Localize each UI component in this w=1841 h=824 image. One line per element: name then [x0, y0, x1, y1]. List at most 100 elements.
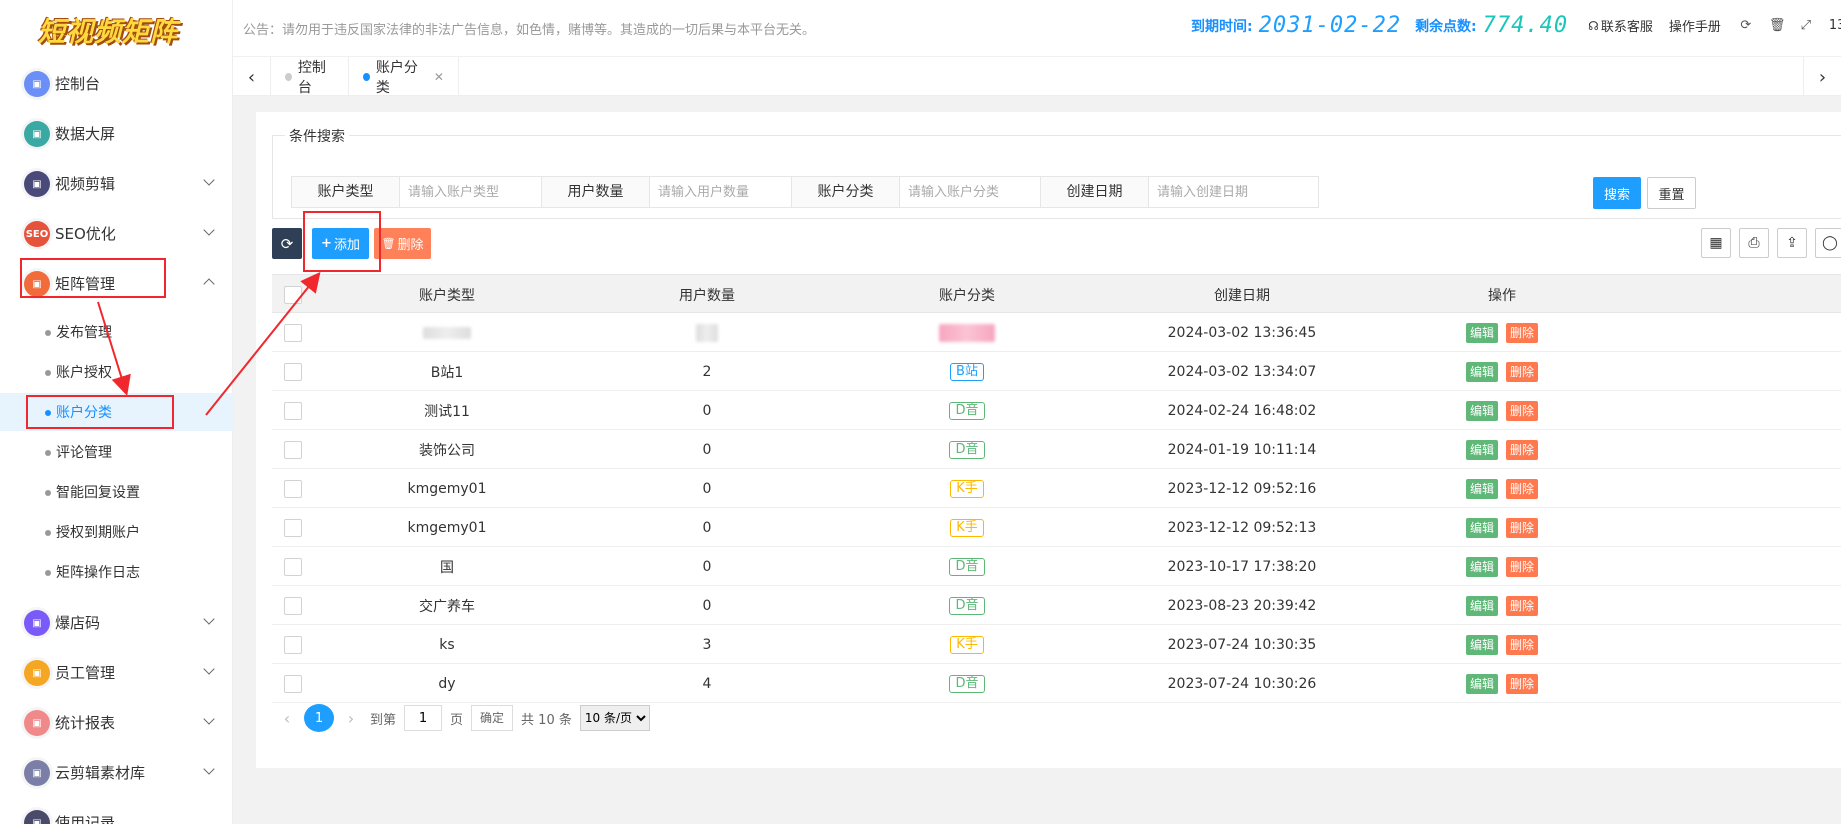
sidebar-item-monitor[interactable]: ▣ 控制台	[0, 58, 233, 108]
sidebar-subitem[interactable]: 评论管理	[0, 433, 233, 471]
delete-button[interactable]: 删除	[1506, 400, 1539, 421]
row-checkbox[interactable]	[284, 547, 302, 586]
category-badge: K手	[950, 479, 984, 498]
tab-close-icon[interactable]: ✕	[434, 70, 444, 84]
chevron-down-icon	[203, 174, 215, 186]
user-count-cell: 0	[702, 441, 712, 458]
edit-button[interactable]: 编辑	[1465, 673, 1498, 694]
row-checkbox[interactable]	[284, 391, 302, 430]
sidebar-item-chart[interactable]: ▣ 统计报表	[0, 697, 233, 747]
user-count-cell: 4	[702, 675, 712, 692]
add-button[interactable]: + 添加	[312, 228, 369, 259]
sidebar-item-record[interactable]: ▣ 使用记录	[0, 797, 233, 824]
sidebar-item-employee[interactable]: ▣ 员工管理	[0, 647, 233, 697]
screen-icon: ▣	[24, 121, 50, 147]
delete-button[interactable]: 删除	[1506, 322, 1539, 343]
row-checkbox[interactable]	[284, 625, 302, 664]
tab-account-category[interactable]: 账户分类 ✕	[349, 57, 459, 97]
row-checkbox[interactable]	[284, 586, 302, 625]
account-type-cell: kmgemy01	[407, 480, 487, 497]
table-row: dy 4 D音 2023-07-24 10:30:26 编辑 删除	[272, 664, 1841, 703]
sidebar-item-label: 使用记录	[55, 813, 116, 824]
sidebar-subitem[interactable]: 发布管理	[0, 313, 233, 351]
delete-button[interactable]: 删除	[1506, 634, 1539, 655]
columns-filter-icon[interactable]: ▦	[1701, 228, 1731, 258]
edit-button[interactable]: 编辑	[1465, 634, 1498, 655]
sidebar-item-seo[interactable]: SEO SEO优化	[0, 208, 233, 258]
monitor-icon: ▣	[24, 71, 50, 97]
page-size-select[interactable]: 10 条/页	[579, 705, 650, 731]
row-checkbox[interactable]	[284, 430, 302, 469]
goto-confirm-button[interactable]: 确定	[471, 705, 514, 731]
create-date-input[interactable]	[1149, 177, 1318, 207]
user-count-cell: 0	[702, 480, 712, 497]
edit-button[interactable]: 编辑	[1465, 556, 1498, 577]
chevron-down-icon	[203, 613, 215, 625]
prev-page-icon[interactable]: ‹	[276, 709, 298, 728]
account-category-cell: K手	[872, 469, 1062, 508]
bulk-delete-button[interactable]: 🗑 删除	[374, 228, 431, 259]
select-all-checkbox[interactable]	[284, 275, 302, 314]
content-panel: 条件搜索 账户类型 用户数量 账户分类 创建日期 搜索 重置 ⟳ + 添加 🗑 …	[256, 112, 1841, 768]
sidebar-item-matrix[interactable]: ▣ 矩阵管理	[0, 258, 233, 308]
next-page-icon[interactable]: ›	[340, 709, 362, 728]
search-button[interactable]: 搜索	[1593, 177, 1641, 209]
row-checkbox[interactable]	[284, 469, 302, 508]
sidebar-subitem[interactable]: 账户授权	[0, 353, 233, 391]
sidebar-item-cloud-library[interactable]: ▣ 云剪辑素材库	[0, 747, 233, 797]
record-icon: ▣	[24, 810, 50, 824]
account-category-field: 账户分类	[791, 176, 1070, 208]
sidebar-subitem[interactable]: 账户分类	[0, 393, 233, 431]
sidebar-subitem[interactable]: 智能回复设置	[0, 473, 233, 511]
sidebar-item-video-edit[interactable]: ▣ 视频剪辑	[0, 158, 233, 208]
current-page[interactable]: 1	[304, 704, 334, 732]
add-label: 添加	[333, 238, 360, 253]
row-checkbox[interactable]	[284, 508, 302, 547]
print-icon[interactable]: ⎙	[1739, 228, 1769, 258]
sidebar-subitem[interactable]: 矩阵操作日志	[0, 553, 233, 591]
table-row: B站1 2 B站 2024-03-02 13:34:07 编辑 删除	[272, 352, 1841, 391]
delete-button[interactable]: 删除	[1506, 478, 1539, 499]
row-checkbox[interactable]	[284, 664, 302, 703]
fullscreen-icon[interactable]: ⤢	[1799, 18, 1813, 33]
goto-page-input[interactable]	[404, 705, 443, 731]
col-header-account-type: 账户类型	[419, 287, 475, 304]
delete-button[interactable]: 删除	[1506, 517, 1539, 538]
page-label: 页	[450, 712, 464, 728]
edit-button[interactable]: 编辑	[1465, 517, 1498, 538]
export-icon[interactable]: ⇪	[1777, 228, 1807, 258]
create-date-cell: 2023-12-12 09:52:13	[1167, 519, 1317, 536]
tab-scroll-left-icon[interactable]: ‹	[233, 57, 271, 97]
edit-button[interactable]: 编辑	[1465, 478, 1498, 499]
user-phone[interactable]: 13145678	[1829, 18, 1841, 33]
sidebar-item-screen[interactable]: ▣ 数据大屏	[0, 108, 233, 158]
delete-button[interactable]: 删除	[1506, 673, 1539, 694]
account-type-cell: 交广养车	[419, 598, 475, 615]
contact-support-link[interactable]: ☊ 联系客服	[1588, 16, 1653, 36]
tab-dashboard[interactable]: 控制台	[271, 57, 349, 97]
edit-button[interactable]: 编辑	[1465, 439, 1498, 460]
edit-button[interactable]: 编辑	[1465, 400, 1498, 421]
delete-button[interactable]: 删除	[1506, 556, 1539, 577]
edit-button[interactable]: 编辑	[1465, 595, 1498, 616]
user-count-cell: 2	[702, 363, 712, 380]
refresh-icon[interactable]: ⟳	[1739, 18, 1753, 33]
delete-button[interactable]: 删除	[1506, 361, 1539, 382]
edit-button[interactable]: 编辑	[1465, 361, 1498, 382]
reset-button[interactable]: 重置	[1647, 177, 1696, 209]
trash-icon[interactable]: 🗑	[1769, 18, 1786, 33]
tab-dot-icon	[285, 73, 292, 81]
total-count: 共 10 条	[521, 712, 572, 728]
delete-button[interactable]: 删除	[1506, 439, 1539, 460]
row-checkbox[interactable]	[284, 352, 302, 391]
sidebar-subitem[interactable]: 授权到期账户	[0, 513, 233, 551]
refresh-table-button[interactable]: ⟳	[272, 228, 302, 259]
edit-button[interactable]: 编辑	[1465, 322, 1498, 343]
tab-scroll-right-icon[interactable]: ›	[1803, 57, 1841, 97]
sidebar-item-grid[interactable]: ▣ 爆店码	[0, 597, 233, 647]
row-checkbox[interactable]	[284, 313, 302, 352]
delete-button[interactable]: 删除	[1506, 595, 1539, 616]
search-toggle-icon[interactable]: ◯	[1815, 228, 1841, 258]
category-badge: D音	[949, 674, 985, 693]
manual-link[interactable]: 操作手册	[1669, 16, 1721, 35]
